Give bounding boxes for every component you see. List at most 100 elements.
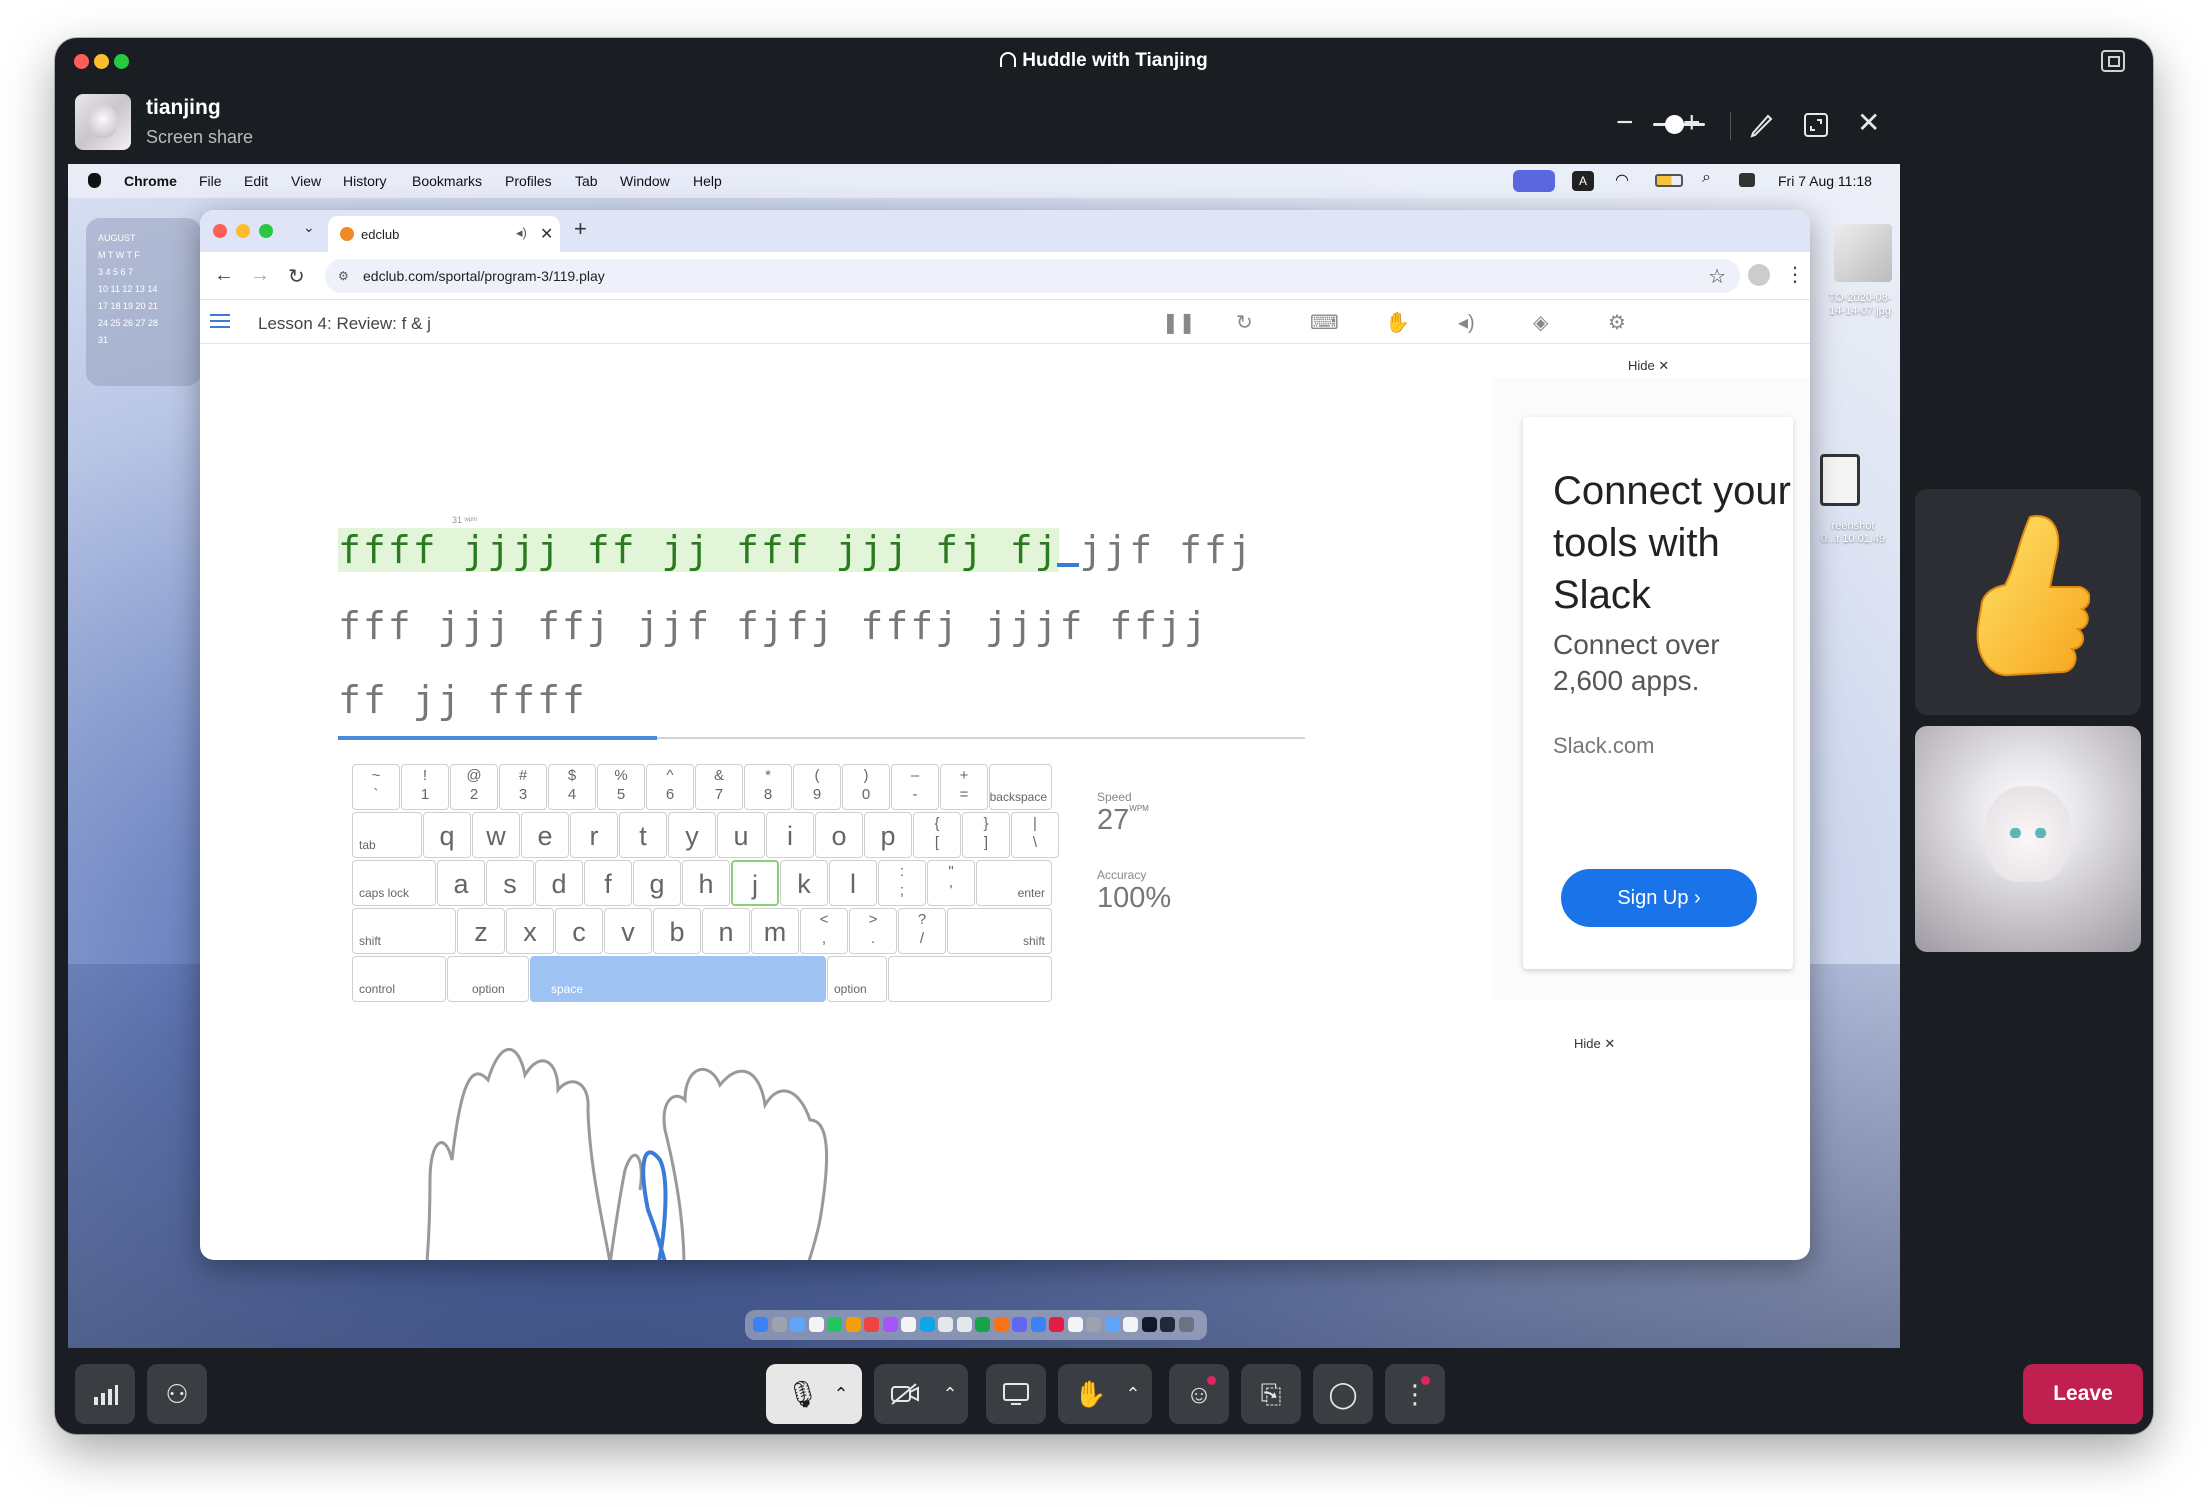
tab-edclub[interactable]: edclub ◂) ✕	[328, 216, 560, 252]
menubar-clock[interactable]: Fri 7 Aug 11:18	[1778, 173, 1872, 189]
menubar-profiles[interactable]: Profiles	[505, 173, 552, 189]
desktop-screenshot-file[interactable]	[1820, 454, 1860, 506]
dock-app-icon[interactable]	[790, 1317, 805, 1332]
reload-icon[interactable]: ↻	[288, 264, 305, 289]
spotlight-search-icon[interactable]: ⌕	[1702, 169, 1711, 187]
more-options-button[interactable]: ⋮	[1385, 1364, 1445, 1424]
draw-pencil-icon[interactable]	[1748, 112, 1774, 138]
zoom-out-button[interactable]: −	[1616, 108, 1634, 138]
browser-menu-icon[interactable]: ⋮	[1785, 262, 1805, 287]
dock-app-icon[interactable]	[919, 1317, 935, 1332]
connection-quality-button[interactable]	[75, 1364, 135, 1424]
typing-line-3[interactable]: ff jj ffff	[338, 678, 587, 722]
profile-avatar-icon[interactable]	[1748, 264, 1770, 286]
new-tab-button[interactable]: +	[574, 216, 587, 242]
huddle-thread-button[interactable]: ◯	[1313, 1364, 1373, 1424]
key-label: 3	[518, 786, 528, 803]
typing-line-2[interactable]: fff jjj ffj jjf fjfj fffj jjjf ffjj	[338, 604, 1209, 648]
typing-line-1[interactable]: ffff jjjj ff jj fff jjj fj fj jjf ffj	[338, 528, 1254, 572]
dock-app-icon[interactable]	[1178, 1317, 1194, 1332]
popout-window-icon[interactable]	[2101, 50, 2125, 72]
battery-icon[interactable]	[1655, 174, 1683, 187]
dock-app-icon[interactable]	[771, 1317, 787, 1332]
desktop-image-file[interactable]	[1834, 224, 1892, 282]
wifi-icon[interactable]: ◠	[1615, 170, 1629, 190]
add-people-button[interactable]: ⚇	[147, 1364, 207, 1424]
emoji-reaction-button[interactable]: ☺	[1169, 1364, 1229, 1424]
key-e: e	[521, 812, 569, 858]
leave-button[interactable]: Leave	[2023, 1364, 2143, 1424]
dock-app-icon[interactable]	[938, 1317, 953, 1332]
address-bar[interactable]: ⚙ edclub.com/sportal/program-3/119.play …	[325, 259, 1740, 293]
dock-app-icon[interactable]	[975, 1317, 990, 1332]
dock-app-icon[interactable]	[956, 1317, 972, 1332]
dock-app-icon[interactable]	[1104, 1317, 1120, 1332]
dock-app-icon[interactable]	[882, 1317, 898, 1332]
key-label: x	[523, 917, 537, 947]
dock-app-icon[interactable]	[864, 1317, 879, 1332]
close-share-button[interactable]: ✕	[1857, 108, 1880, 138]
dock-app-icon[interactable]	[1160, 1317, 1175, 1332]
pause-icon[interactable]: ❚❚	[1162, 310, 1196, 335]
bookmark-star-icon[interactable]: ☆	[1708, 264, 1726, 289]
browser-close-button[interactable]	[213, 224, 227, 238]
mic-options-chevron[interactable]: ⌃	[822, 1364, 860, 1424]
menubar-help[interactable]: Help	[693, 173, 722, 189]
input-source-icon[interactable]: A	[1572, 171, 1594, 191]
dock-app-icon[interactable]	[1086, 1317, 1101, 1332]
dock-app-icon[interactable]	[753, 1317, 768, 1332]
key-label: 9	[812, 786, 822, 803]
tab-close-icon[interactable]: ✕	[540, 224, 553, 244]
menubar-app[interactable]: Chrome	[124, 173, 177, 189]
dock-app-icon[interactable]	[1123, 1317, 1138, 1332]
menubar-file[interactable]: File	[199, 173, 222, 189]
dock-app-icon[interactable]	[1012, 1317, 1027, 1332]
notification-dot	[1207, 1376, 1216, 1385]
dock-app-icon[interactable]	[1049, 1317, 1064, 1332]
zoom-slider-knob[interactable]	[1665, 115, 1684, 134]
sound-icon[interactable]: ◂)	[1458, 310, 1475, 335]
menu-hamburger-icon[interactable]	[210, 314, 230, 328]
dock-app-icon[interactable]	[993, 1317, 1009, 1332]
share-screen-button[interactable]	[986, 1364, 1046, 1424]
calendar-row: 24 25 26 27 28	[98, 318, 159, 328]
zoom-in-button[interactable]: +	[1683, 108, 1701, 138]
forward-arrow-icon[interactable]: →	[250, 264, 270, 287]
menubar-window[interactable]: Window	[620, 173, 670, 189]
menubar-history[interactable]: History	[343, 173, 387, 189]
dock-app-icon[interactable]	[1030, 1317, 1046, 1332]
theme-paint-icon[interactable]: ◈	[1533, 310, 1548, 335]
browser-minimize-button[interactable]	[236, 224, 250, 238]
dock-app-icon[interactable]	[1141, 1317, 1157, 1332]
keyboard-icon[interactable]: ⌨	[1310, 310, 1339, 335]
hide-ad-link[interactable]: Hide ✕	[1628, 358, 1669, 374]
site-info-icon[interactable]: ⚙	[338, 269, 349, 283]
menubar-tab[interactable]: Tab	[575, 173, 598, 189]
tab-audio-icon[interactable]: ◂)	[516, 225, 527, 241]
back-arrow-icon[interactable]: ←	[214, 264, 234, 287]
settings-gear-icon[interactable]: ⚙	[1608, 310, 1626, 335]
apple-menu-icon[interactable]	[88, 173, 101, 188]
dock-app-icon[interactable]	[808, 1317, 824, 1332]
dock-app-icon[interactable]	[845, 1317, 861, 1332]
ad-card[interactable]: Connect your tools with Slack Connect ov…	[1523, 417, 1793, 969]
restart-icon[interactable]: ↻	[1236, 310, 1253, 335]
tab-search-chevron-icon[interactable]: ⌄	[303, 219, 315, 236]
ad-signup-button[interactable]: Sign Up ›	[1561, 869, 1757, 927]
sticky-note-button[interactable]: ⎘	[1241, 1364, 1301, 1424]
screen-share-status-icon[interactable]	[1513, 170, 1555, 192]
browser-zoom-button[interactable]	[259, 224, 273, 238]
control-center-icon[interactable]	[1739, 173, 1755, 187]
reactions-chevron[interactable]: ⌃	[1114, 1364, 1152, 1424]
menubar-edit[interactable]: Edit	[244, 173, 268, 189]
dock-app-icon[interactable]	[827, 1317, 842, 1332]
camera-options-chevron[interactable]: ⌃	[931, 1364, 969, 1424]
menubar-bookmarks[interactable]: Bookmarks	[412, 173, 482, 189]
menubar-view[interactable]: View	[291, 173, 321, 189]
dock-app-icon[interactable]	[901, 1317, 916, 1332]
hands-icon[interactable]: ✋	[1385, 310, 1410, 335]
hide-ad-link[interactable]: Hide ✕	[1574, 1036, 1615, 1052]
dock-app-icon[interactable]	[1067, 1317, 1083, 1332]
key-s: s	[486, 860, 534, 906]
fullscreen-icon[interactable]	[1803, 112, 1829, 138]
